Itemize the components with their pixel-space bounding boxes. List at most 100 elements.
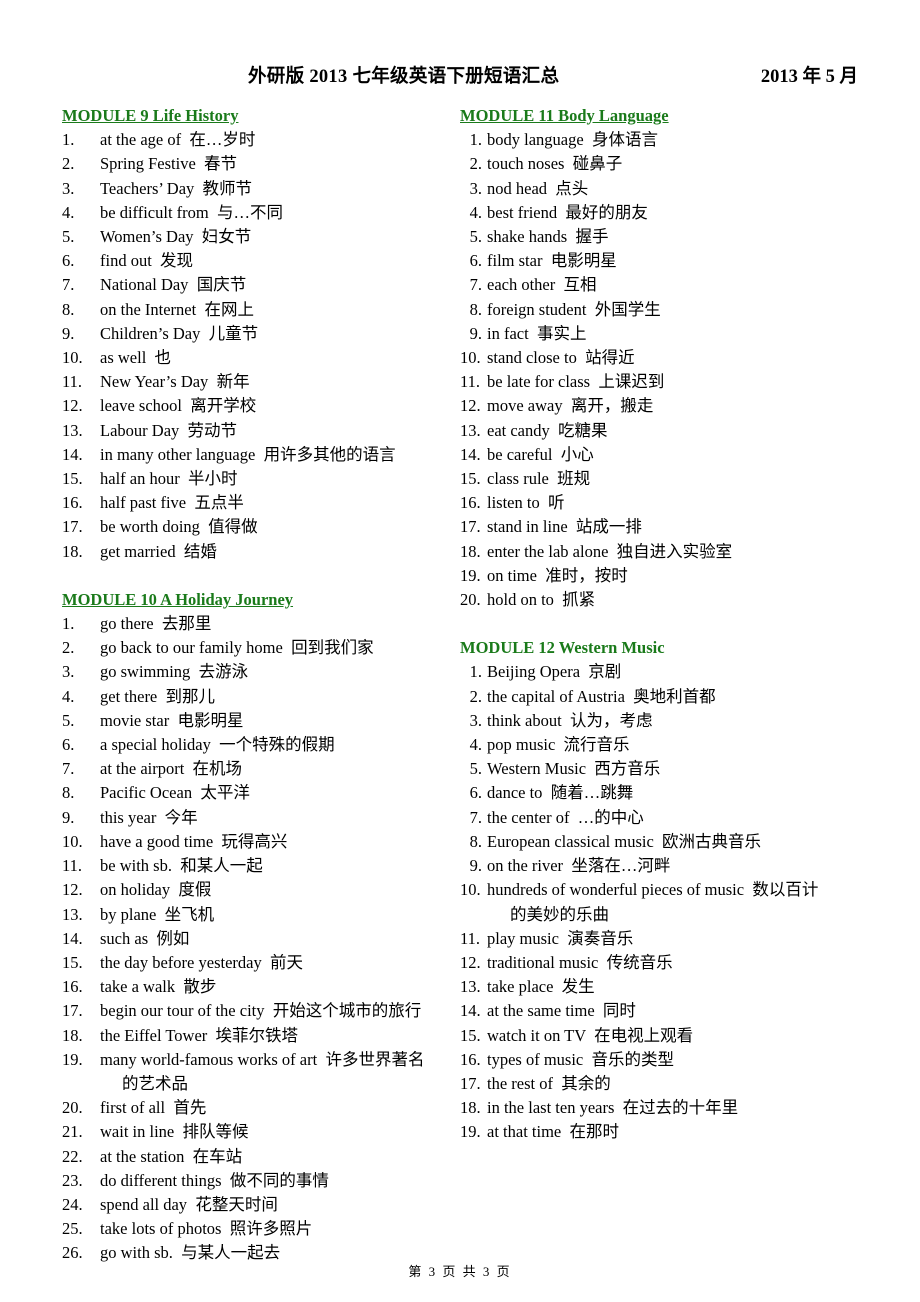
phrase-english: Children’s Day	[100, 323, 201, 343]
phrase-english: Spring Festive	[100, 154, 196, 174]
phrase-chinese: 教师节	[194, 178, 253, 198]
phrase-item: 21. wait in line 排队等候	[62, 1120, 460, 1144]
phrase-english: Women’s Day	[100, 227, 194, 247]
phrase-chinese: 开始这个城市的旅行	[264, 1001, 422, 1021]
item-number: 13.	[460, 420, 481, 440]
item-number: 10.	[460, 880, 481, 900]
item-number: 13.	[62, 420, 83, 440]
phrase-item: 12. traditional music 传统音乐	[460, 951, 858, 975]
item-number: 9.	[62, 323, 75, 343]
item-number: 8.	[62, 299, 75, 319]
phrase-item: 8. Pacific Ocean 太平洋	[62, 781, 460, 805]
item-number: 15.	[62, 952, 83, 972]
phrase-entry: half an hour 半小时	[100, 467, 237, 491]
phrase-english: be difficult from	[100, 202, 209, 222]
phrase-list: 1. at the age of 在…岁时 2. Spring Festive 春节 3…	[62, 128, 460, 564]
phrase-chinese: 电影明星	[169, 710, 244, 730]
phrase-entry: at that time 在那时	[487, 1120, 619, 1144]
item-number: 11.	[62, 856, 83, 876]
phrase-english: best friend	[487, 202, 558, 222]
phrase-chinese: 排队等候	[174, 1122, 249, 1142]
phrase-entry: stand close to 站得近	[487, 346, 635, 370]
phrase-english: Pacific Ocean	[100, 783, 193, 803]
phrase-chinese: 上课迟到	[590, 372, 665, 392]
item-number: 24.	[62, 1194, 83, 1214]
phrase-chinese: 五点半	[186, 493, 244, 513]
phrase-entry: the center of …的中心	[487, 806, 644, 830]
phrase-entry: in the last ten years 在过去的十年里	[487, 1096, 738, 1120]
phrase-english: wait in line	[100, 1122, 175, 1142]
item-number: 16.	[460, 1049, 481, 1069]
item-number: 15.	[460, 469, 481, 489]
item-number: 18.	[62, 541, 83, 561]
phrase-english: the rest of	[487, 1073, 553, 1093]
phrase-entry: at the airport 在机场	[100, 757, 242, 781]
phrase-chinese: 度假	[170, 880, 212, 900]
phrase-item: 17. the rest of 其余的	[460, 1072, 858, 1096]
phrase-item: 9. Children’s Day 儿童节	[62, 322, 460, 346]
item-number: 2.	[469, 686, 482, 706]
phrase-chinese: 京剧	[580, 662, 622, 682]
item-number: 9.	[469, 323, 482, 343]
phrase-item-continuation: 的美妙的乐曲	[460, 903, 858, 927]
phrase-chinese: 做不同的事情	[221, 1170, 329, 1190]
phrase-english: Western Music	[487, 759, 587, 779]
item-number: 1.	[62, 130, 75, 150]
phrase-item: 15. watch it on TV 在电视上观看	[460, 1024, 858, 1048]
phrase-english: at that time	[487, 1122, 562, 1142]
item-number: 14.	[62, 444, 83, 464]
phrase-english: listen to	[487, 493, 540, 513]
item-number: 13.	[460, 977, 481, 997]
phrase-entry: listen to 听	[487, 491, 564, 515]
document-date: 2013 年 5 月	[760, 67, 858, 87]
phrase-entry: be late for class 上课迟到	[487, 370, 664, 394]
phrase-item: 17. stand in line 站成一排	[460, 515, 858, 539]
phrase-item: 12. on holiday 度假	[62, 878, 460, 902]
item-number: 19.	[460, 565, 481, 585]
item-number: 8.	[62, 783, 75, 803]
phrase-entry: at the age of 在…岁时	[100, 128, 255, 152]
phrase-entry: Spring Festive 春节	[100, 152, 237, 176]
phrase-entry: film star 电影明星	[487, 249, 617, 273]
phrase-item: 14. be careful 小心	[460, 443, 858, 467]
phrase-item: 20. first of all 首先	[62, 1096, 460, 1120]
phrase-english: foreign student	[487, 299, 587, 319]
phrase-entry: best friend 最好的朋友	[487, 201, 648, 225]
phrase-item: 8. on the Internet 在网上	[62, 298, 460, 322]
item-number: 14.	[62, 928, 83, 948]
phrase-chinese: …的中心	[569, 807, 644, 827]
phrase-entry: shake hands 握手	[487, 225, 608, 249]
phrase-entry: body language 身体语言	[487, 128, 658, 152]
phrase-english: this year	[100, 807, 157, 827]
phrase-entry: do different things 做不同的事情	[100, 1169, 329, 1193]
phrase-item: 6. find out 发现	[62, 249, 460, 273]
item-number: 5.	[62, 710, 75, 730]
phrase-item: 17. be worth doing 值得做	[62, 515, 460, 539]
item-number: 6.	[469, 251, 482, 271]
phrase-english: traditional music	[487, 952, 599, 972]
phrase-item: 5. movie star 电影明星	[62, 709, 460, 733]
item-number: 11.	[460, 372, 481, 392]
phrase-item: 8. foreign student 外国学生	[460, 298, 858, 322]
phrase-entry: the Eiffel Tower 埃菲尔铁塔	[100, 1024, 298, 1048]
phrase-chinese: 发现	[151, 251, 194, 271]
phrase-item: 19. on time 准时，按时	[460, 564, 858, 588]
phrase-chinese: 值得做	[199, 517, 258, 537]
item-number: 22.	[62, 1146, 83, 1166]
phrase-english: touch noses	[487, 154, 565, 174]
phrase-english: at the age of	[100, 130, 182, 150]
phrase-item: 18. in the last ten years 在过去的十年里	[460, 1096, 858, 1120]
phrase-english: stand in line	[487, 517, 568, 537]
phrase-chinese: 站成一排	[567, 517, 642, 537]
phrase-chinese: 在那时	[561, 1122, 619, 1142]
phrase-english: take lots of photos	[100, 1219, 222, 1239]
phrase-english: take a walk	[100, 977, 176, 997]
phrase-english: hundreds of wonderful pieces of music	[487, 880, 745, 900]
phrase-chinese: 今年	[156, 807, 198, 827]
right-column: MODULE 11 Body Language 1. body language 身…	[460, 104, 858, 1145]
phrase-chinese: 玩得高兴	[213, 831, 288, 851]
item-number: 17.	[62, 1001, 83, 1021]
module-spacer	[62, 564, 460, 588]
phrase-chinese: 也	[146, 348, 172, 368]
phrase-item: 15. half an hour 半小时	[62, 467, 460, 491]
